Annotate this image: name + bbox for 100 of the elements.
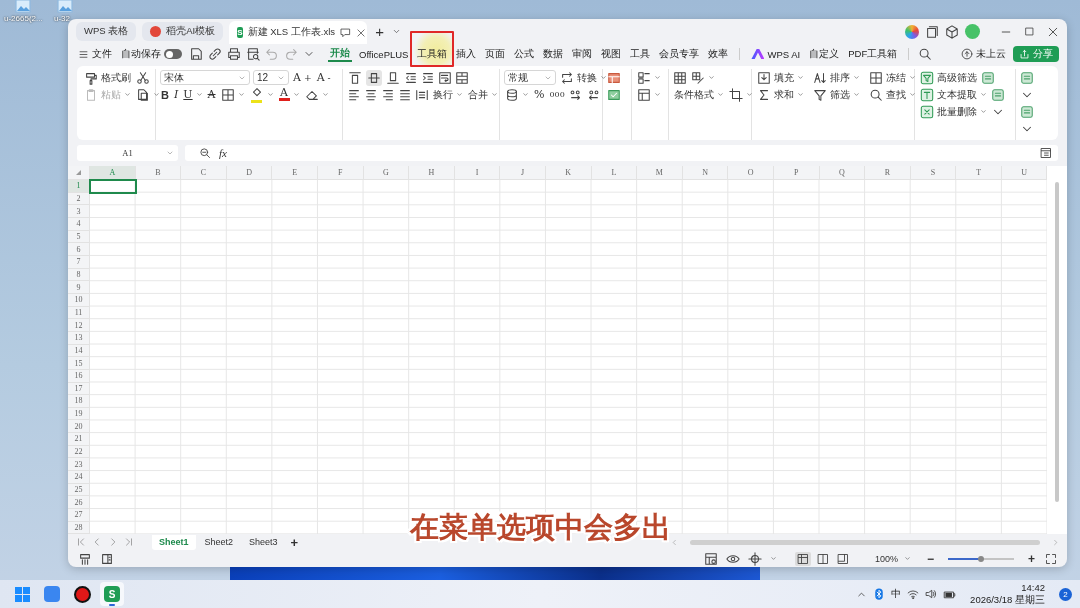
maximize-icon[interactable] [1024, 25, 1035, 37]
row-header[interactable]: 26 [68, 496, 90, 510]
scrollbar-thumb[interactable] [690, 539, 1040, 545]
frame-button[interactable] [728, 86, 754, 103]
column-header[interactable]: K [545, 166, 592, 180]
row-header[interactable]: 15 [68, 357, 90, 370]
ribbon-tab[interactable]: OfficePLUS [357, 45, 411, 63]
row-header[interactable]: 21 [68, 433, 90, 446]
ribbon-tab[interactable]: 视图 [599, 45, 624, 63]
wifi-icon[interactable] [907, 588, 920, 600]
window-stack-icon[interactable] [925, 24, 939, 39]
justify-icon[interactable] [398, 87, 412, 102]
format-button[interactable]: % [533, 86, 546, 103]
conditional-format-icon[interactable] [673, 70, 687, 85]
column-header[interactable]: L [591, 166, 638, 180]
select-all-icon[interactable] [76, 170, 81, 175]
row-header[interactable]: 23 [68, 458, 90, 472]
bluetooth-icon[interactable] [873, 588, 886, 600]
formula-expand-icon[interactable] [1040, 147, 1052, 159]
column-header[interactable]: H [409, 166, 455, 180]
zoom-icon[interactable] [199, 147, 211, 159]
dropdown-field[interactable]: 宋体 [160, 70, 250, 85]
ribbon-button[interactable]: 格式刷 [83, 69, 132, 86]
ribbon-tab[interactable]: 自定义 [807, 45, 842, 63]
ribbon-button[interactable]: 筛选 [812, 86, 861, 103]
document-tab[interactable]: WPS 表格 [76, 22, 137, 41]
clock-date[interactable]: 2026/3/18 星期三 [970, 594, 1045, 606]
crosshair-icon[interactable] [747, 551, 762, 566]
row-header[interactable]: 20 [68, 420, 90, 434]
align-bottom-button[interactable] [385, 69, 401, 86]
file-menu[interactable]: 文件 [76, 45, 114, 63]
align-top-button[interactable] [347, 69, 363, 86]
font-color-button[interactable]: A [277, 86, 301, 103]
column-header[interactable]: T [956, 166, 1002, 180]
column-header[interactable]: E [272, 166, 318, 180]
row-header[interactable]: 24 [68, 471, 90, 484]
decimal-increase-icon[interactable] [568, 87, 583, 102]
name-box[interactable]: A1 [77, 145, 178, 161]
border-grid-button[interactable] [219, 86, 246, 103]
column-header[interactable]: G [363, 166, 410, 180]
selected-cell[interactable] [89, 179, 137, 194]
ribbon-button[interactable]: 换行 [432, 86, 464, 103]
column-header[interactable]: I [454, 166, 501, 180]
sheet-panel-icon[interactable] [100, 551, 114, 566]
indent-icon[interactable] [421, 70, 435, 85]
slider-fill[interactable] [948, 557, 981, 560]
ribbon-tab[interactable]: 公式 [512, 45, 537, 63]
save-icon[interactable] [189, 47, 203, 61]
underline-button[interactable]: U [182, 86, 204, 103]
ribbon-tab[interactable]: PDF工具箱 [846, 45, 900, 63]
align-center-icon[interactable] [364, 87, 378, 102]
column-header[interactable]: D [226, 166, 273, 180]
rows-columns-button[interactable] [636, 69, 662, 86]
column-header[interactable]: O [728, 166, 774, 180]
align-right-icon[interactable] [381, 87, 395, 102]
ribbon-button[interactable]: 冻结 [868, 69, 917, 86]
dropdown-field[interactable]: 12 [253, 70, 289, 85]
table-style-icon[interactable] [607, 70, 621, 85]
ribbon-button[interactable]: 条件格式 [673, 86, 725, 103]
ribbon-button[interactable]: 转换 [559, 69, 608, 86]
chevron-down-icon[interactable] [392, 27, 402, 36]
ribbon-tab[interactable]: 页面 [483, 45, 508, 63]
column-header[interactable]: C [181, 166, 227, 180]
ribbon-tab[interactable]: 效率 [706, 45, 731, 63]
desktop-icon-label[interactable]: u-32... [54, 14, 77, 23]
add-sheet-button[interactable]: + [286, 534, 303, 550]
row-header[interactable]: 9 [68, 281, 90, 294]
italic-button[interactable]: I [172, 86, 180, 103]
column-header[interactable]: S [910, 166, 957, 180]
align-middle-button[interactable] [366, 69, 382, 86]
cloud-status[interactable]: 未上云 [959, 45, 1008, 63]
row-header[interactable]: 27 [68, 509, 90, 522]
ribbon-tab[interactable]: 工具箱 [415, 45, 450, 63]
slider-thumb[interactable] [978, 555, 984, 562]
ribbon-tab[interactable]: WPS AI [749, 45, 803, 63]
paint-bucket-button[interactable] [248, 86, 275, 103]
colorful-logo-icon[interactable] [905, 24, 919, 39]
ribbon-tab[interactable]: 审阅 [570, 45, 595, 63]
cell-brush-button[interactable] [690, 69, 716, 86]
zoom-out-button[interactable]: − [924, 551, 936, 566]
new-tab-button[interactable]: + [373, 24, 387, 39]
column-header[interactable]: R [865, 166, 911, 180]
ribbon-tab[interactable]: 会员专享 [657, 45, 702, 63]
speaker-icon[interactable] [925, 588, 938, 600]
distribute-icon[interactable] [415, 87, 429, 102]
close-icon[interactable] [1047, 25, 1059, 38]
toggle-switch[interactable] [164, 49, 182, 59]
ribbon-button[interactable]: 批量删除 [919, 103, 988, 120]
reading-mode-icon[interactable] [703, 551, 718, 566]
format-button[interactable]: 000 [548, 86, 566, 103]
ribbon-button[interactable]: 合并 [467, 86, 499, 103]
zoom-in-button[interactable]: + [1026, 551, 1037, 566]
ribbon-button[interactable]: 求和 [756, 86, 805, 103]
ribbon-button[interactable]: 填充 [756, 69, 805, 86]
merge-cells-icon[interactable] [455, 70, 469, 85]
close-icon[interactable] [356, 27, 367, 38]
table-split-button[interactable] [636, 86, 662, 103]
ribbon-tab[interactable]: 开始 [328, 46, 352, 62]
row-header[interactable]: 3 [68, 205, 90, 218]
autosave-toggle[interactable]: 自动保存 [119, 45, 184, 63]
